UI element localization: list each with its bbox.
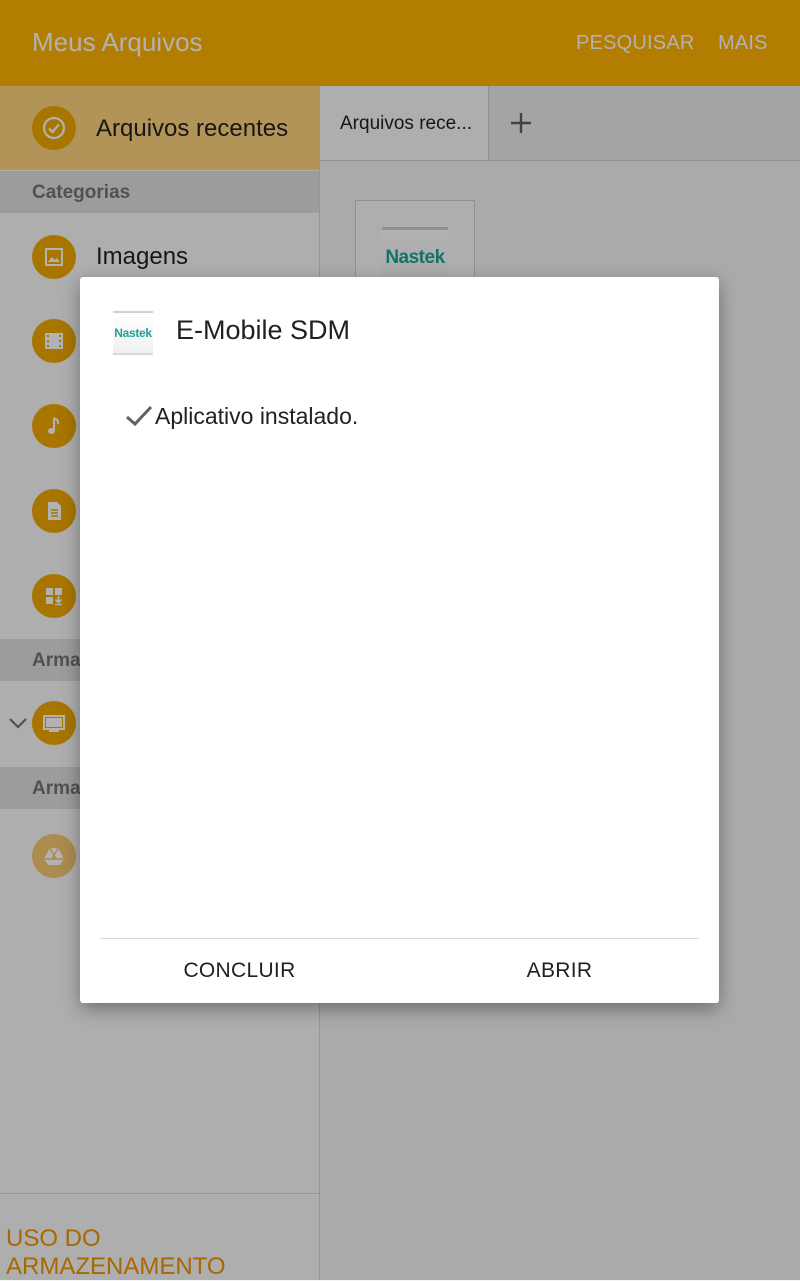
install-dialog: Nastek E-Mobile SDM Aplicativo instalado… bbox=[80, 277, 719, 1003]
app-icon: Nastek bbox=[113, 311, 153, 355]
app-icon-text: Nastek bbox=[114, 326, 152, 340]
done-button[interactable]: CONCLUIR bbox=[80, 939, 399, 1003]
dialog-title: E-Mobile SDM bbox=[176, 315, 351, 345]
checkmark-icon bbox=[126, 405, 153, 427]
open-button[interactable]: ABRIR bbox=[400, 939, 719, 1003]
dialog-message: Aplicativo instalado. bbox=[155, 403, 359, 429]
